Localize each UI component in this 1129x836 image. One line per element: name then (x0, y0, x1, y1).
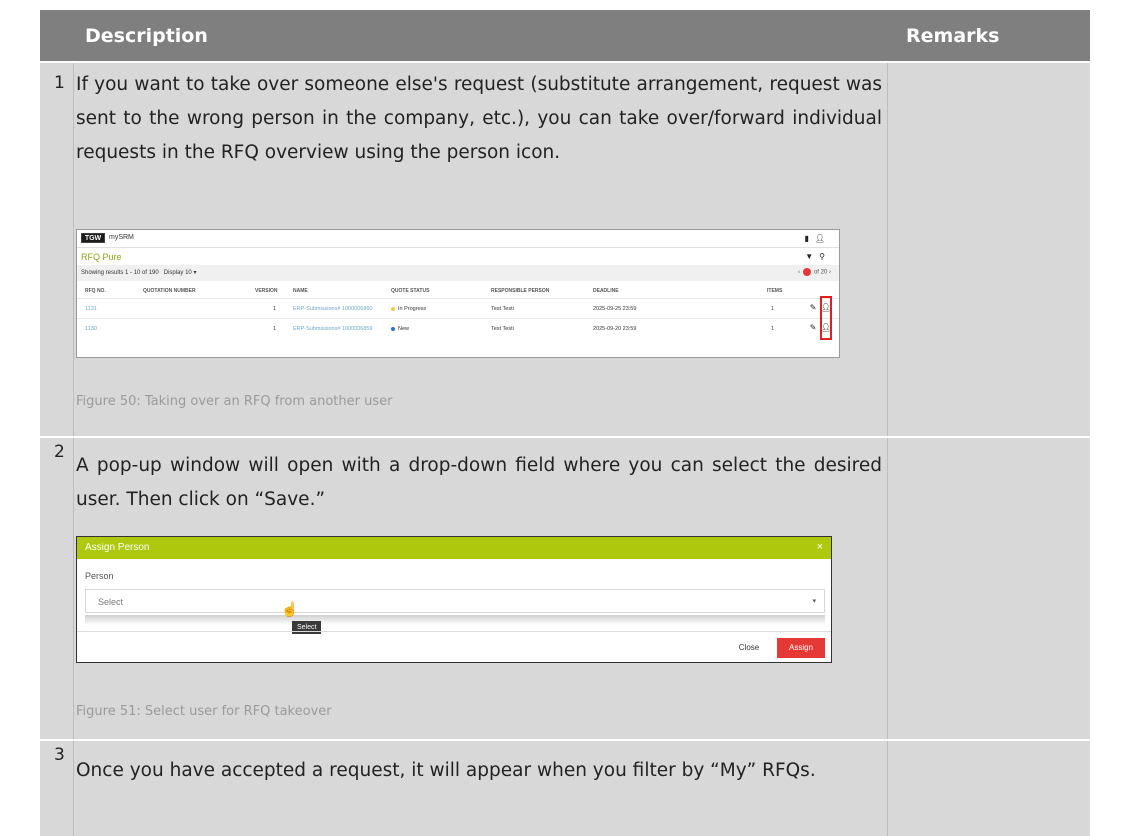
user-icon[interactable]: 👤︎ (815, 234, 831, 243)
step-text: A pop-up window will open with a drop-do… (76, 455, 882, 510)
header-remarks: Remarks (906, 25, 1000, 47)
status-text: In Progress (398, 306, 427, 312)
table-row: 2 A pop-up window will open with a drop-… (40, 438, 1090, 739)
row-number: 2 (54, 442, 65, 462)
person-select[interactable]: Select ▾ (85, 589, 825, 613)
topbar-icons: ▮👤︎ (804, 234, 831, 243)
pager-total: of 20 (813, 269, 828, 276)
dialog-header: Assign Person × (77, 537, 831, 559)
step-text: If you want to take over someone else's … (76, 74, 882, 163)
assign-button[interactable]: Assign (777, 638, 825, 658)
highlight-box (820, 296, 832, 340)
book-icon[interactable]: ▮ (804, 234, 814, 243)
app-topbar: TGW mySRM ▮👤︎ (77, 230, 839, 248)
table-row[interactable]: 1131 1 ERP-Submissions# 1000006860 In Pr… (77, 298, 839, 318)
row-number-cell: 1 (40, 63, 74, 436)
results-bar: Showing results 1 - 10 of 190 Display 10… (77, 265, 839, 281)
chevron-down-icon: ▾ (812, 598, 816, 605)
prev-page-icon[interactable]: ‹ (798, 270, 800, 276)
rfq-number-link[interactable]: 1130 (85, 326, 97, 332)
deadline-cell: 2025-09-20 23:59 (593, 326, 637, 332)
table-header: Description Remarks (40, 10, 1090, 61)
items-cell: 1 (771, 326, 775, 332)
edit-icon[interactable]: ✎ (810, 323, 817, 332)
column-header: QUOTE STATUS (391, 288, 430, 294)
description-cell: Once you have accepted a request, it wil… (74, 741, 888, 836)
remarks-cell (888, 438, 1090, 739)
display-label: Display (163, 270, 184, 276)
figure-assign-person-dialog: Assign Person × Person Select ▾ ☝ Select… (76, 536, 832, 663)
page-title: RFQ Pure (81, 252, 122, 262)
hand-cursor-icon: ☝ (281, 601, 299, 617)
status-text: New (398, 326, 410, 332)
row-number: 1 (54, 73, 65, 93)
close-icon[interactable]: × (817, 541, 823, 553)
column-header: ITEMS (767, 288, 783, 294)
version-cell: 1 (273, 306, 277, 312)
row-number-cell: 3 (40, 741, 74, 836)
app-name: mySRM (109, 234, 134, 241)
remarks-cell (888, 741, 1090, 836)
dialog-title: Assign Person (85, 542, 150, 553)
status-cell: New (391, 326, 409, 332)
column-header: VERSION (255, 288, 278, 294)
person-cell: Test Testi (491, 306, 514, 312)
display-select[interactable]: 10 (185, 270, 192, 276)
description-cell: A pop-up window will open with a drop-do… (74, 438, 888, 739)
rfq-number-link[interactable]: 1131 (85, 306, 97, 312)
description-cell: If you want to take over someone else's … (74, 63, 888, 436)
status-dot (391, 306, 395, 311)
close-button[interactable]: Close (729, 639, 769, 657)
column-header: DEADLINE (593, 288, 619, 294)
results-count: Showing results 1 - 10 of 190 (81, 270, 159, 276)
current-page-dot[interactable] (802, 268, 811, 276)
person-label: Person (85, 571, 114, 581)
dropdown-shadow (85, 615, 825, 625)
figure-rfq-overview-screenshot: TGW mySRM ▮👤︎ RFQ Pure ▼⚲ Showing result… (76, 229, 840, 358)
row-number-cell: 2 (40, 438, 74, 739)
person-cell: Test Testi (491, 326, 514, 332)
table-row[interactable]: 1130 1 ERP-Submissions# 1000006859 New T… (77, 318, 839, 338)
remarks-cell (888, 63, 1090, 436)
title-icons: ▼⚲ (805, 252, 831, 261)
pagination: ‹ of 20 › (798, 268, 831, 276)
tooltip: Select (292, 621, 322, 634)
figure-caption: Figure 51: Select user for RFQ takeover (76, 704, 332, 719)
version-cell: 1 (273, 326, 277, 332)
step-text: Once you have accepted a request, it wil… (76, 760, 816, 781)
rfq-name-link[interactable]: ERP-Submissions# 1000006859 (293, 326, 373, 332)
filter-icon[interactable]: ▼ (805, 252, 819, 261)
header-description: Description (85, 25, 208, 47)
column-header: RFQ NO. (85, 288, 106, 294)
table-row: 1 If you want to take over someone else'… (40, 63, 1090, 436)
row-number: 3 (54, 745, 65, 765)
column-header: NAME (293, 288, 308, 294)
figure-caption: Figure 50: Taking over an RFQ from anoth… (76, 394, 393, 409)
column-header: QUOTATION NUMBER (143, 288, 196, 294)
dialog-footer-divider (77, 631, 831, 632)
select-placeholder: Select (98, 597, 124, 607)
status-dot (391, 326, 395, 331)
edit-icon[interactable]: ✎ (810, 303, 817, 312)
company-logo: TGW (81, 233, 105, 243)
rfq-name-link[interactable]: ERP-Submissions# 1000006860 (293, 306, 373, 312)
items-cell: 1 (771, 306, 775, 312)
search-icon[interactable]: ⚲ (819, 252, 831, 261)
status-cell: In Progress (391, 306, 426, 312)
results-info: Showing results 1 - 10 of 190 Display 10… (81, 270, 197, 276)
deadline-cell: 2025-09-25 23:59 (593, 306, 637, 312)
column-header: RESPONSIBLE PERSON (491, 288, 550, 294)
table-row: 3 Once you have accepted a request, it w… (40, 741, 1090, 836)
next-page-icon[interactable]: › (829, 270, 831, 276)
